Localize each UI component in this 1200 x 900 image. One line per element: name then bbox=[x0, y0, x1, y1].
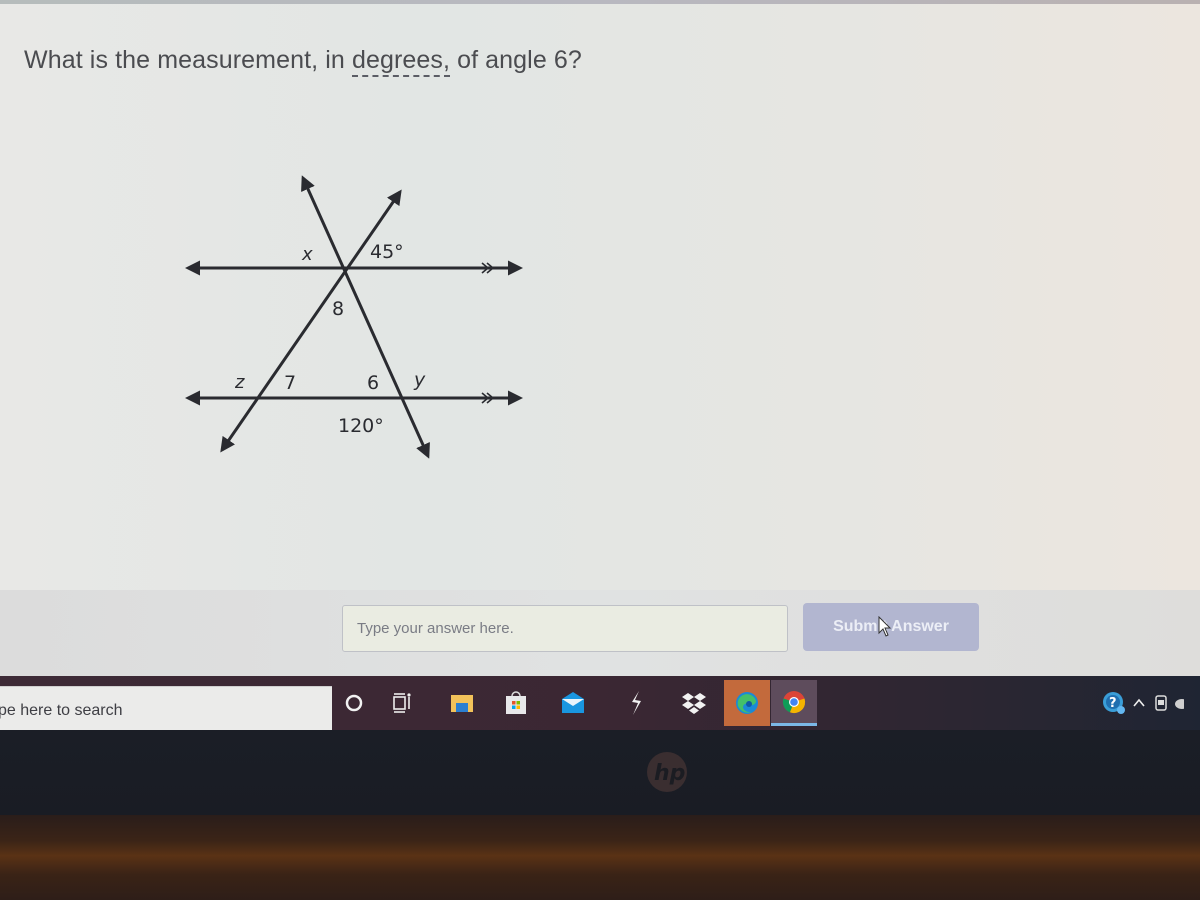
chrome-icon[interactable] bbox=[771, 680, 817, 726]
dropbox-icon[interactable] bbox=[672, 680, 716, 726]
system-tray: ? bbox=[1102, 688, 1184, 718]
label-angle-7: 7 bbox=[284, 372, 296, 394]
label-angle-6: 6 bbox=[367, 372, 379, 394]
help-icon[interactable]: ? bbox=[1102, 691, 1126, 715]
svg-text:?: ? bbox=[1109, 696, 1117, 711]
screen-edge bbox=[0, 0, 1200, 4]
app-bolt-icon[interactable] bbox=[614, 680, 658, 726]
task-view-icon[interactable] bbox=[380, 680, 424, 726]
edge-icon[interactable] bbox=[724, 680, 770, 726]
glossary-link-degrees[interactable]: degrees, bbox=[351, 46, 451, 77]
search-placeholder: pe here to search bbox=[0, 702, 123, 719]
mail-icon[interactable] bbox=[551, 680, 595, 726]
taskbar-search-box[interactable]: pe here to search bbox=[0, 686, 332, 735]
label-45-degrees: 45° bbox=[370, 241, 404, 263]
question-prefix: What is the measurement, in bbox=[24, 46, 352, 74]
browser-page: What is the measurement, in degrees, of … bbox=[0, 0, 1200, 680]
label-y: y bbox=[413, 369, 426, 391]
label-z: z bbox=[234, 372, 245, 393]
hp-logo-icon: hp bbox=[647, 752, 687, 792]
mouse-cursor-icon bbox=[878, 616, 892, 637]
meet-icon[interactable] bbox=[1154, 693, 1168, 713]
question-suffix: of angle 6? bbox=[450, 46, 582, 74]
transversal-left bbox=[220, 189, 402, 453]
answer-input[interactable] bbox=[342, 605, 788, 652]
label-x: x bbox=[301, 244, 313, 265]
geometry-diagram: x 45° 8 z 7 6 y 120° bbox=[185, 175, 523, 459]
file-explorer-icon[interactable] bbox=[440, 680, 484, 726]
chevron-up-icon[interactable] bbox=[1132, 696, 1146, 710]
cloud-icon[interactable] bbox=[1174, 696, 1184, 710]
question-text: What is the measurement, in degrees, of … bbox=[24, 46, 582, 77]
label-angle-8: 8 bbox=[332, 298, 344, 320]
svg-text:hp: hp bbox=[654, 761, 685, 786]
label-120-degrees: 120° bbox=[338, 415, 384, 437]
cortana-icon[interactable] bbox=[332, 680, 376, 726]
screen-bezel bbox=[0, 730, 1200, 820]
laptop-body bbox=[0, 815, 1200, 900]
microsoft-store-icon[interactable] bbox=[494, 680, 538, 726]
